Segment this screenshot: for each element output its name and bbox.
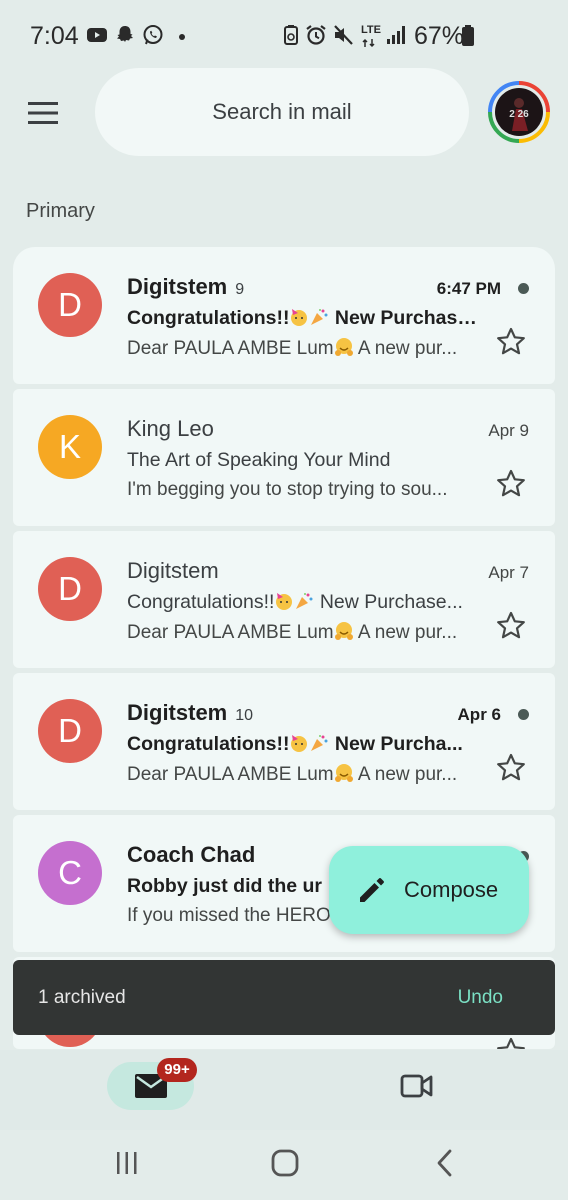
battery-saver-icon: [284, 25, 298, 45]
subject-text-rest: New Purchase...: [329, 307, 481, 329]
star-icon[interactable]: [495, 1036, 527, 1049]
email-date: Apr 7: [488, 563, 529, 582]
thread-count: 9: [235, 281, 245, 298]
sender-name: Coach Chad: [127, 842, 256, 867]
unread-dot-icon: [518, 283, 529, 294]
star-icon[interactable]: [495, 752, 527, 784]
hugging-face-emoji-icon: [334, 622, 353, 640]
email-subject: The Art of Speaking Your Mind: [127, 449, 391, 471]
account-avatar[interactable]: 2 26: [488, 81, 550, 143]
signal-icon: [387, 26, 405, 44]
snippet-text: Dear PAULA AMBE Lum: [127, 622, 334, 643]
unread-dot-icon: [518, 709, 529, 720]
email-date: Apr 9: [488, 421, 529, 440]
subject-text-rest: New Purcha...: [329, 733, 463, 755]
party-popper-emoji-icon: [296, 593, 313, 609]
recent-apps-icon[interactable]: [113, 1150, 141, 1176]
search-placeholder: Search in mail: [212, 99, 352, 124]
hamburger-icon: [28, 102, 58, 124]
subject-text: Congratulations!!: [127, 591, 275, 613]
email-row[interactable]: D Digitstem Apr 7 Congratulations!! New …: [13, 531, 555, 668]
sender-avatar: C: [38, 841, 102, 905]
party-face-emoji-icon: [276, 593, 293, 610]
thread-count: 10: [235, 707, 254, 724]
video-icon: [400, 1074, 433, 1098]
email-subject: Congratulations!! New Purchase...: [127, 307, 481, 330]
sender-avatar: D: [38, 273, 102, 337]
status-bar: 7:04 LTE 67%: [0, 0, 568, 72]
alarm-icon: [306, 25, 326, 45]
email-subject: Congratulations!! New Purchase...: [127, 591, 481, 614]
search-bar[interactable]: Search in mail: [95, 68, 469, 156]
hugging-face-emoji-icon: [334, 764, 353, 782]
email-snippet: Dear PAULA AMBE Lum A new pur...: [127, 621, 481, 644]
email-row[interactable]: D Digitstem 10 Apr 6 Congratulations!! Ne…: [13, 673, 555, 810]
notification-dot-icon: [179, 34, 185, 40]
battery-icon: [462, 25, 474, 46]
pencil-icon: [360, 878, 384, 902]
compose-label: Compose: [404, 877, 499, 902]
mail-unread-badge: 99+: [157, 1058, 197, 1082]
data-arrows-icon: [362, 38, 375, 48]
sender-name: King Leo: [127, 416, 214, 441]
snippet-text-rest: A new pur...: [353, 338, 458, 359]
status-time: 7:04: [30, 22, 79, 50]
email-date: Apr 6: [457, 705, 501, 724]
email-snippet: Dear PAULA AMBE Lum A new pur...: [127, 337, 481, 360]
email-subject: Congratulations!! New Purcha...: [127, 733, 481, 756]
sender-avatar: D: [38, 699, 102, 763]
avatar-overlay-text: 2 26: [509, 109, 529, 120]
star-icon[interactable]: [495, 468, 527, 500]
mute-icon: [334, 25, 353, 45]
bottom-nav: 99+: [0, 1050, 568, 1130]
sender-label: Digitstem: [127, 274, 228, 299]
email-row[interactable]: D Digitstem 9 6:47 PM Congratulations!! N…: [13, 247, 555, 384]
star-icon[interactable]: [495, 326, 527, 358]
party-popper-emoji-icon: [311, 309, 328, 325]
sender-name: Digitstem 10: [127, 700, 253, 726]
menu-button[interactable]: [24, 92, 66, 134]
home-icon[interactable]: [270, 1148, 300, 1178]
email-row[interactable]: K King Leo Apr 9 The Art of Speaking You…: [13, 389, 555, 526]
subject-text: Congratulations!!: [127, 733, 290, 755]
party-face-emoji-icon: [291, 735, 308, 752]
battery-percent: 67%: [414, 22, 465, 50]
sender-label: Digitstem: [127, 700, 228, 725]
email-snippet: Dear PAULA AMBE Lum A new pur...: [127, 763, 481, 786]
subject-text: Congratulations!!: [127, 307, 290, 329]
nav-meet-tab[interactable]: [390, 1064, 444, 1108]
back-icon[interactable]: [432, 1148, 458, 1178]
snippet-text: Dear PAULA AMBE Lum: [127, 338, 334, 359]
system-nav-bar: [0, 1130, 568, 1200]
whatsapp-icon: [143, 25, 163, 45]
party-face-emoji-icon: [291, 309, 308, 326]
snackbar: 1 archived Undo: [13, 960, 555, 1035]
sender-name: Digitstem 9: [127, 274, 244, 300]
subject-text-rest: New Purchase...: [314, 591, 463, 613]
sender-avatar: D: [38, 557, 102, 621]
party-popper-emoji-icon: [311, 735, 328, 751]
email-date: 6:47 PM: [436, 279, 501, 298]
youtube-icon: [87, 28, 107, 42]
snackbar-message: 1 archived: [38, 987, 126, 1008]
compose-button[interactable]: Compose: [329, 846, 529, 934]
email-snippet: I'm begging you to stop trying to sou...: [127, 479, 448, 500]
lte-icon: LTE: [361, 24, 381, 36]
undo-button[interactable]: Undo: [458, 960, 503, 1035]
snippet-text-rest: A new pur...: [353, 622, 458, 643]
snippet-text: Dear PAULA AMBE Lum: [127, 764, 334, 785]
sender-avatar: K: [38, 415, 102, 479]
star-icon[interactable]: [495, 610, 527, 642]
sender-name: Digitstem: [127, 558, 219, 583]
section-label-primary: Primary: [26, 200, 95, 222]
hugging-face-emoji-icon: [334, 338, 353, 356]
snapchat-icon: [117, 26, 133, 42]
snippet-text-rest: A new pur...: [353, 764, 458, 785]
